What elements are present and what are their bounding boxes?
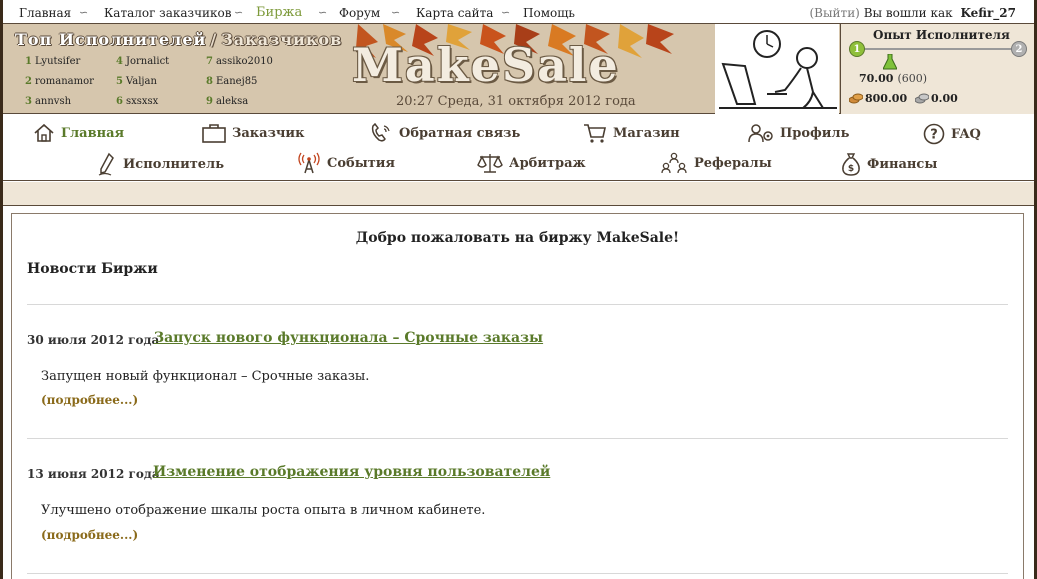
logo-area[interactable]: MakeSale 20:27 Среда, 31 октября 2012 го… <box>348 24 718 114</box>
top-user-entry[interactable]: 7 assiko2010 <box>206 56 273 67</box>
silver-coins-icon <box>915 93 929 104</box>
news-divider <box>27 438 1008 439</box>
news-title-link[interactable]: Запуск нового функционала – Срочные зака… <box>154 330 543 346</box>
svg-text:$: $ <box>848 164 854 174</box>
news-date: 13 июня 2012 года <box>27 467 160 481</box>
profile-gear-icon <box>748 124 773 143</box>
balance-silver[interactable]: 0.00 <box>915 92 958 105</box>
main-menu: Главная Заказчик Обратная связь Магазин … <box>3 115 1034 181</box>
welcome-heading: Добро пожаловать на биржу MakeSale! <box>355 230 680 246</box>
top-user-entry[interactable]: 3 annvsh <box>25 96 71 107</box>
menu-events[interactable]: События <box>297 152 395 174</box>
top-navigation: Главная ∽ Каталог заказчиков ∽ Биржа ∽ Ф… <box>3 0 1034 24</box>
experience-progress-bar <box>859 48 1017 50</box>
referrals-icon <box>661 152 687 174</box>
top-user-entry[interactable]: 9 aleksa <box>206 96 248 107</box>
menu-home[interactable]: Главная <box>33 123 124 143</box>
separator-icon: ∽ <box>79 6 89 19</box>
home-icon <box>34 123 54 142</box>
top-user-entry[interactable]: 6 sxsxsx <box>116 96 158 107</box>
main-content: Добро пожаловать на биржу MakeSale! Ново… <box>11 213 1024 579</box>
money-bag-icon: $ <box>842 153 860 176</box>
separator-icon: ∽ <box>318 6 328 19</box>
level-next-badge: 2 <box>1011 41 1027 57</box>
flask-icon <box>883 54 897 70</box>
menu-performer[interactable]: Исполнитель <box>97 152 224 176</box>
menu-shop[interactable]: Магазин <box>583 123 680 143</box>
experience-current: 70.00 <box>859 72 894 85</box>
worker-at-computer-icon <box>715 24 839 114</box>
menu-profile[interactable]: Профиль <box>748 123 849 143</box>
briefcase-icon <box>202 124 226 143</box>
news-divider <box>27 573 1008 574</box>
top-user-entry[interactable]: 2 romanamor <box>25 76 94 87</box>
scales-icon <box>477 154 503 173</box>
login-info: (Выйти) Вы вошли как Kefir_27 <box>810 6 1017 20</box>
top-customers-tab[interactable]: Заказчиков <box>221 30 342 49</box>
topnav-exchange-link[interactable]: Биржа <box>256 5 302 20</box>
logout-link[interactable]: (Выйти) <box>810 6 860 20</box>
news-title-link[interactable]: Изменение отображения уровня пользовател… <box>153 464 550 480</box>
top-user-entry[interactable]: 4 Jornalict <box>116 56 169 67</box>
top-user-entry[interactable]: 1 Lyutsifer <box>25 56 80 67</box>
username[interactable]: Kefir_27 <box>960 6 1016 20</box>
pencil-icon <box>98 152 114 176</box>
level-current-badge: 1 <box>849 41 865 57</box>
topnav-home-link[interactable]: Главная <box>19 6 71 20</box>
news-body: Улучшено отображение шкалы роста опыта в… <box>41 503 486 518</box>
current-datetime: 20:27 Среда, 31 октября 2012 года <box>396 94 636 109</box>
menu-faq[interactable]: ? FAQ <box>923 123 981 145</box>
top-user-entry[interactable]: 8 Eanej85 <box>206 76 257 87</box>
topnav-catalog-link[interactable]: Каталог заказчиков <box>104 6 232 20</box>
topnav-forum-link[interactable]: Форум <box>339 6 380 20</box>
news-body: Запущен новый функционал – Срочные заказ… <box>41 369 370 384</box>
menu-customer[interactable]: Заказчик <box>202 123 304 143</box>
question-icon: ? <box>923 123 945 145</box>
menu-feedback[interactable]: Обратная связь <box>369 123 520 143</box>
news-divider <box>27 304 1008 305</box>
experience-panel: Опыт Исполнителя 1 2 70.00 (600) 800.00 0… <box>840 24 1034 114</box>
top-user-entry[interactable]: 5 Valjan <box>116 76 157 87</box>
menu-arbitration[interactable]: Арбитраж <box>477 152 586 174</box>
svg-text:?: ? <box>930 128 938 143</box>
experience-title: Опыт Исполнителя <box>873 28 1010 42</box>
experience-max: (600) <box>897 72 928 85</box>
title-slash: / <box>210 30 218 49</box>
antenna-icon <box>298 152 320 174</box>
topnav-help-link[interactable]: Помощь <box>523 6 575 20</box>
balance-gold[interactable]: 800.00 <box>849 92 907 105</box>
phone-icon <box>371 123 390 142</box>
cart-icon <box>584 124 606 143</box>
menu-referrals[interactable]: Рефералы <box>660 152 772 174</box>
news-date: 30 июля 2012 года <box>27 333 160 347</box>
menu-finances[interactable]: $ Финансы <box>841 152 937 176</box>
news-heading: Новости Биржи <box>27 261 158 277</box>
experience-value: 70.00 (600) <box>859 72 927 85</box>
site-header: Топ Исполнителей / Заказчиков 1 Lyutsifer 2… <box>3 24 1034 114</box>
submenu-strip <box>3 182 1034 206</box>
top-performers-tab[interactable]: Топ Исполнителей <box>15 30 206 49</box>
news-more-link[interactable]: (подробнее...) <box>41 528 138 542</box>
site-logo: MakeSale <box>352 38 620 92</box>
separator-icon: ∽ <box>234 6 244 19</box>
logged-in-label: Вы вошли как <box>863 6 953 20</box>
news-more-link[interactable]: (подробнее...) <box>41 393 138 407</box>
separator-icon: ∽ <box>391 6 401 19</box>
top-users-title: Топ Исполнителей / Заказчиков <box>15 30 342 49</box>
separator-icon: ∽ <box>501 6 511 19</box>
topnav-sitemap-link[interactable]: Карта сайта <box>416 6 493 20</box>
gold-coins-icon <box>849 93 863 104</box>
